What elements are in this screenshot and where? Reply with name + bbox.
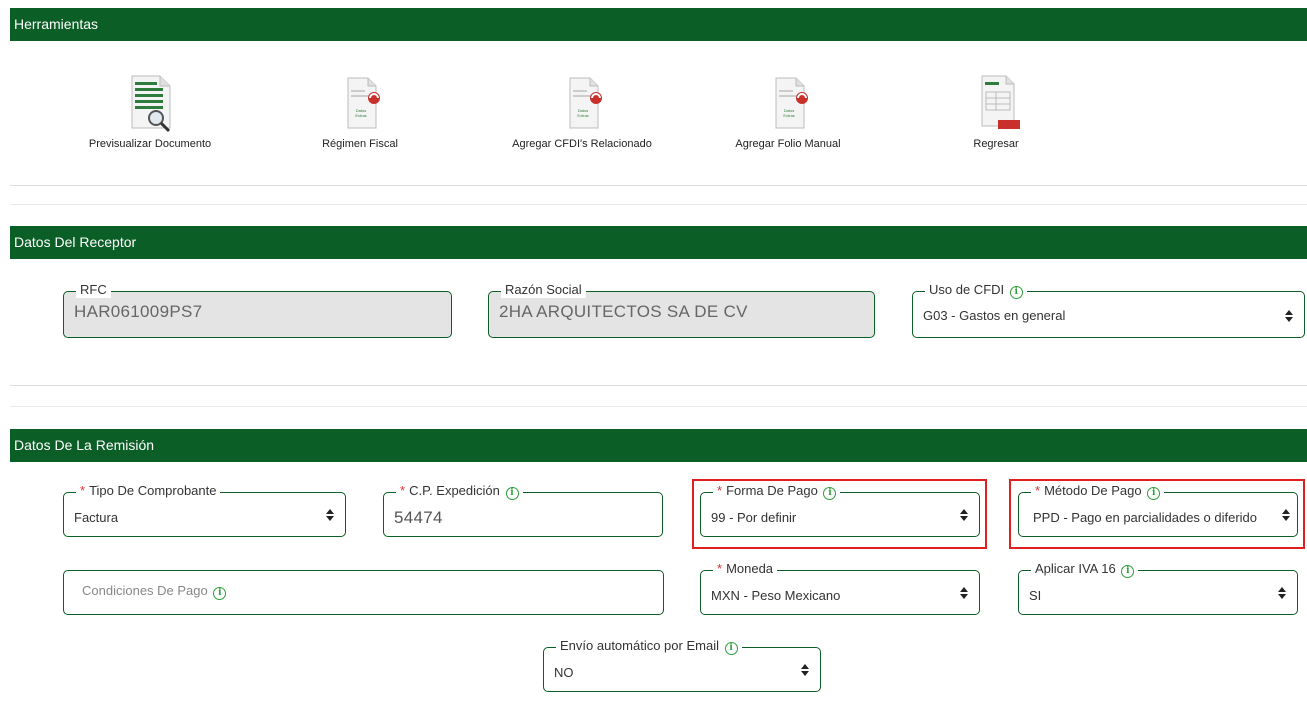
metodo-pago-value: PPD - Pago en parcialidades o diferido [1033,510,1258,525]
forma-pago-label: * Forma De Pago i [713,483,841,500]
uso-cfdi-value: G03 - Gastos en general [923,308,1066,323]
add-related-cfdi-label: Agregar CFDI's Relacionado [512,138,652,150]
add-manual-folio-button[interactable]: Datos Extras Agregar Folio Manual [698,70,878,150]
sort-arrows-icon [959,507,969,523]
sort-arrows-icon [325,507,335,523]
metodo-pago-label: * Método De Pago i [1031,483,1165,500]
uso-cfdi-select[interactable]: Uso de CFDI i G03 - Gastos en general [912,282,1305,338]
datos-extras-icon: Datos Extras [758,70,818,134]
envio-email-value: NO [554,665,574,680]
tipo-comprobante-value: Factura [74,510,119,525]
sort-arrows-icon [1277,585,1287,601]
add-manual-folio-label: Agregar Folio Manual [735,138,841,150]
tipo-comprobante-select[interactable]: * Tipo De Comprobante Factura [63,483,346,537]
sort-arrows-icon [800,662,810,678]
regimen-fiscal-button[interactable]: Datos Extras Régimen Fiscal [270,70,450,150]
section-title: Herramientas [14,16,99,32]
aplicar-iva-select[interactable]: Aplicar IVA 16 i SI [1018,561,1298,615]
cp-expedicion-input[interactable]: * C.P. Expedición i 54474 [383,483,663,537]
info-icon[interactable]: i [823,487,837,500]
cp-expedicion-value: 54474 [394,508,443,527]
metodo-pago-select[interactable]: * Método De Pago i PPD - Pago en parciali… [1018,483,1298,537]
section-title: Datos Del Receptor [14,234,137,250]
moneda-label: * Moneda [713,561,778,577]
document-exit-icon [966,70,1026,134]
razon-social-label: Razón Social [501,282,586,298]
aplicar-iva-label: Aplicar IVA 16 i [1031,561,1139,578]
sort-arrows-icon [1281,507,1291,523]
forma-pago-value: 99 - Por definir [711,510,797,525]
condiciones-pago-input[interactable]: Condiciones De Pago i [63,570,664,615]
icon-text-extras: Extras [577,113,588,118]
preview-document-button[interactable]: Previsualizar Documento [60,70,240,150]
back-label: Regresar [973,138,1019,150]
cp-expedicion-label: * C.P. Expedición i [396,483,523,500]
section-header-receptor: Datos Del Receptor [10,226,1307,259]
aplicar-iva-value: SI [1029,588,1042,603]
datos-extras-icon: Datos Extras [330,70,390,134]
forma-pago-select[interactable]: * Forma De Pago i 99 - Por definir [700,483,980,537]
tipo-comprobante-label: * Tipo De Comprobante [76,483,221,499]
sort-arrows-icon [1284,308,1294,324]
moneda-select[interactable]: * Moneda MXN - Peso Mexicano [700,561,980,615]
rfc-field: RFC HAR061009PS7 [63,282,452,338]
section-header-remision: Datos De La Remisión [10,429,1307,462]
preview-document-label: Previsualizar Documento [88,138,212,150]
datos-extras-icon: Datos Extras [552,70,612,134]
moneda-value: MXN - Peso Mexicano [711,588,841,603]
info-icon[interactable]: i [213,587,227,600]
info-icon[interactable]: i [1121,565,1135,578]
section-header-herramientas: Herramientas [10,8,1307,41]
envio-email-label: Envío automático por Email i [556,638,742,655]
info-icon[interactable]: i [724,642,738,655]
uso-cfdi-label: Uso de CFDI i [925,282,1027,299]
condiciones-pago-placeholder: Condiciones De Pago i [82,583,227,600]
info-icon[interactable]: i [1147,487,1161,500]
divider [10,406,1307,407]
razon-social-value: 2HA ARQUITECTOS SA DE CV [499,302,748,321]
sort-arrows-icon [959,585,969,601]
regimen-fiscal-label: Régimen Fiscal [322,138,398,150]
razon-social-field: Razón Social 2HA ARQUITECTOS SA DE CV [488,282,875,338]
add-related-cfdi-button[interactable]: Datos Extras Agregar CFDI's Relacionado [492,70,672,150]
envio-email-select[interactable]: Envío automático por Email i NO [543,638,821,692]
back-button[interactable]: Regresar [906,70,1086,150]
info-icon[interactable]: i [505,487,519,500]
section-title: Datos De La Remisión [14,437,155,453]
preview-document-icon [120,70,180,134]
icon-text-extras: Extras [783,113,794,118]
divider [10,204,1307,205]
rfc-label: RFC [76,282,111,298]
info-icon[interactable]: i [1009,286,1023,299]
rfc-value: HAR061009PS7 [74,302,203,321]
icon-text-extras: Extras [355,113,366,118]
